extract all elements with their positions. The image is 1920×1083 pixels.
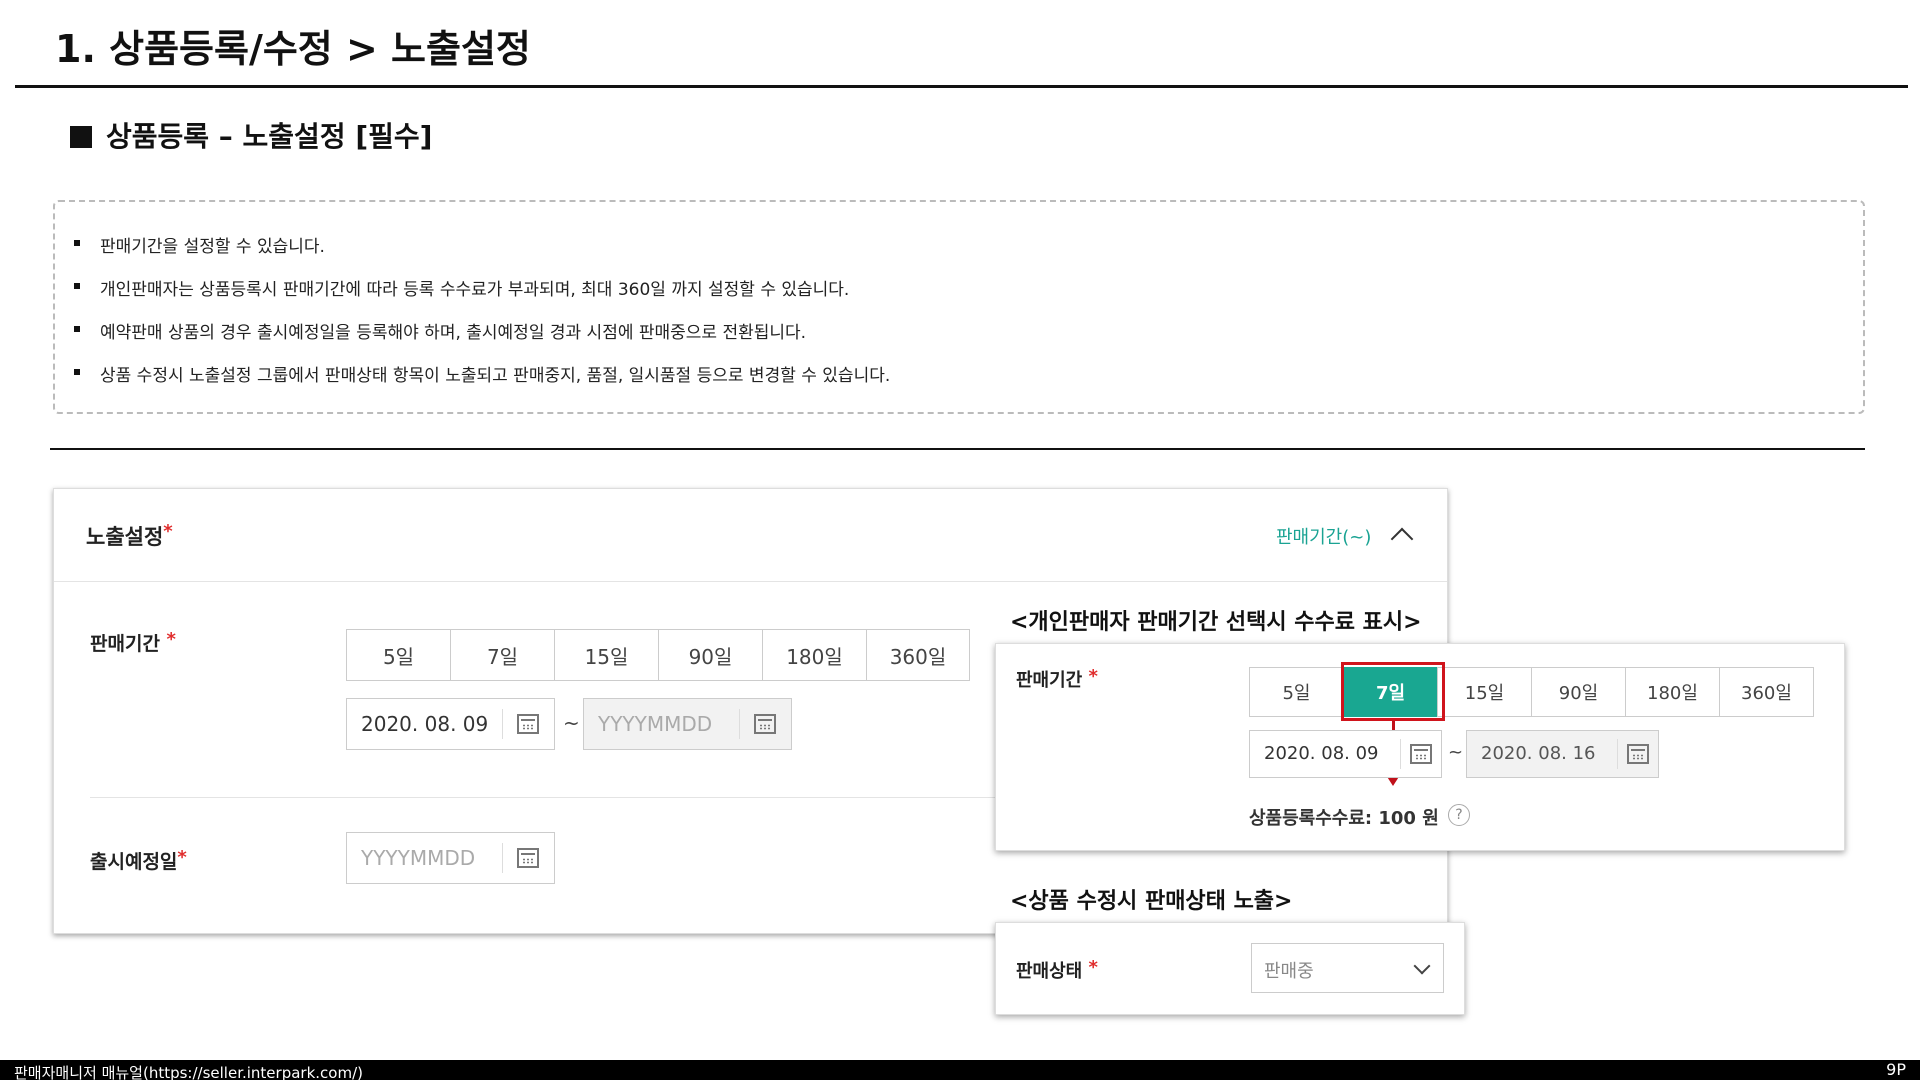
period-option-180[interactable]: 180일 (1625, 667, 1720, 717)
notice-box: 판매기간을 설정할 수 있습니다. 개인판매자는 상품등록시 판매기간에 따라 … (53, 200, 1865, 414)
sale-period-label-text: 판매기간 (1016, 670, 1083, 691)
required-mark: * (177, 847, 187, 868)
section-title-text: 상품등록 – 노출설정 [필수] (106, 120, 433, 153)
release-date-label-text: 출시예정일 (90, 851, 178, 873)
section-title: 상품등록 – 노출설정 [필수] (70, 115, 432, 155)
period-button-group: 5일 7일 15일 90일 180일 360일 (346, 629, 970, 681)
required-mark: * (163, 521, 173, 542)
end-date-placeholder: YYYYMMDD (598, 712, 713, 736)
end-date-value: 2020. 08. 16 (1481, 743, 1596, 764)
sale-period-label-text: 판매기간 (90, 633, 160, 655)
sale-period-label: 판매기간 * (90, 629, 176, 656)
fee-display-panel: 판매기간 * 5일 7일 15일 90일 180일 360일 2020. 08.… (995, 643, 1845, 851)
period-option-90[interactable]: 90일 (1531, 667, 1626, 717)
square-bullet-icon (70, 126, 92, 148)
registration-fee-text: 상품등록수수료: 100 원 (1249, 808, 1439, 829)
start-date-field[interactable]: 2020. 08. 09 (346, 698, 555, 750)
help-icon[interactable]: ? (1448, 804, 1470, 826)
period-button-group: 5일 7일 15일 90일 180일 360일 (1249, 667, 1814, 717)
period-option-15[interactable]: 15일 (554, 629, 659, 681)
calendar-icon[interactable] (1627, 744, 1649, 764)
field-separator (502, 709, 503, 739)
notice-item: 개인판매자는 상품등록시 판매기간에 따라 등록 수수료가 부과되며, 최대 3… (73, 275, 849, 300)
field-separator (739, 709, 740, 739)
selected-option-highlight (1341, 662, 1445, 721)
calendar-icon[interactable] (517, 848, 539, 868)
period-option-360[interactable]: 360일 (866, 629, 970, 681)
page-title: 1. 상품등록/수정 > 노출설정 (55, 27, 531, 71)
required-mark: * (1088, 666, 1098, 687)
sale-status-label-text: 판매상태 (1016, 961, 1083, 982)
release-date-placeholder: YYYYMMDD (361, 846, 476, 870)
required-mark: * (166, 629, 176, 650)
chevron-down-icon (1413, 957, 1431, 975)
start-date-value: 2020. 08. 09 (1264, 743, 1379, 764)
date-range-tilde: ~ (1448, 742, 1464, 763)
period-option-360[interactable]: 360일 (1719, 667, 1814, 717)
period-option-5[interactable]: 5일 (346, 629, 451, 681)
period-option-180[interactable]: 180일 (762, 629, 867, 681)
card-title: 노출설정* (86, 521, 173, 551)
period-option-90[interactable]: 90일 (658, 629, 763, 681)
sale-status-select[interactable]: 판매중 (1251, 943, 1444, 993)
required-mark: * (1088, 957, 1098, 978)
section-divider (50, 448, 1865, 450)
end-date-field[interactable]: 2020. 08. 16 (1466, 730, 1659, 778)
notice-item: 예약판매 상품의 경우 출시예정일을 등록해야 하며, 출시예정일 경과 시점에… (73, 318, 806, 343)
sale-status-label: 판매상태 * (1016, 957, 1098, 983)
release-date-label: 출시예정일* (90, 847, 187, 874)
field-separator (1617, 739, 1618, 769)
field-separator (1400, 739, 1401, 769)
sale-period-label: 판매기간 * (1016, 666, 1098, 692)
card-title-text: 노출설정 (86, 525, 164, 549)
period-option-7[interactable]: 7일 (450, 629, 555, 681)
period-option-15[interactable]: 15일 (1437, 667, 1532, 717)
card-header[interactable]: 노출설정* 판매기간(~) (54, 489, 1447, 582)
date-range-tilde: ~ (563, 711, 580, 735)
release-date-field[interactable]: YYYYMMDD (346, 832, 555, 884)
chevron-up-icon[interactable] (1390, 527, 1414, 551)
end-date-field[interactable]: YYYYMMDD (583, 698, 792, 750)
sale-status-panel: 판매상태 * 판매중 (995, 922, 1465, 1015)
calendar-icon[interactable] (1410, 744, 1432, 764)
period-option-5[interactable]: 5일 (1249, 667, 1344, 717)
footer-bar: 판매자매니저 매뉴얼(https://seller.interpark.com/… (0, 1060, 1920, 1082)
notice-item: 판매기간을 설정할 수 있습니다. (74, 232, 325, 257)
notice-item: 상품 수정시 노출설정 그룹에서 판매상태 항목이 노출되고 판매중지, 품절,… (73, 361, 890, 386)
calendar-icon[interactable] (517, 714, 539, 734)
fee-display-caption: <개인판매자 판매기간 선택시 수수료 표시> (1010, 610, 1422, 635)
collapse-summary[interactable]: 판매기간(~) (1276, 523, 1371, 549)
start-date-value: 2020. 08. 09 (361, 712, 489, 736)
sale-status-value: 판매중 (1264, 961, 1314, 982)
calendar-icon[interactable] (754, 714, 776, 734)
title-divider (15, 85, 1908, 88)
page-number: 9P (1886, 1060, 1906, 1079)
sale-status-caption: <상품 수정시 판매상태 노출> (1010, 889, 1293, 914)
start-date-field[interactable]: 2020. 08. 09 (1249, 730, 1442, 778)
field-separator (502, 843, 503, 873)
